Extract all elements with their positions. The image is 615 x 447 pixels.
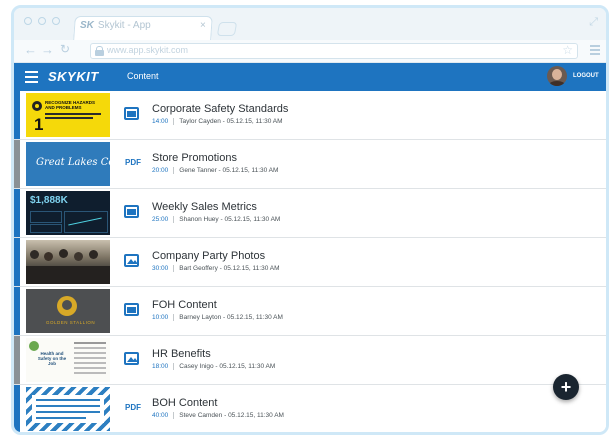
item-author: Barney Layton bbox=[179, 314, 222, 322]
item-date: 05.12.15, 11:30 AM bbox=[228, 412, 284, 420]
content-list: RECOGNIZE HAZARDS AND PROBLEMS 1 Corpora… bbox=[14, 91, 606, 432]
bookmark-star-icon[interactable]: ☆ bbox=[562, 43, 573, 57]
hamburger-menu-icon[interactable] bbox=[25, 71, 38, 83]
pdf-icon: PDF bbox=[125, 403, 141, 412]
item-meta: 30:00 Bart Geoffery - 05.12.15, 11:30 AM bbox=[152, 265, 280, 273]
slide-icon bbox=[124, 205, 140, 219]
tab-close-icon[interactable]: × bbox=[200, 20, 206, 31]
fullscreen-icon[interactable]: ⤢ bbox=[589, 16, 598, 29]
item-date: 05.12.15, 11:30 AM bbox=[219, 363, 276, 371]
item-duration: 20:00 bbox=[152, 167, 169, 175]
list-item[interactable]: Great Lakes Co. PDF Store Promotions 20:… bbox=[14, 140, 606, 189]
item-author: Steve Camden bbox=[179, 412, 223, 420]
item-title: HR Benefits bbox=[152, 348, 211, 360]
item-date: 05.12.15, 11:30 AM bbox=[223, 265, 280, 273]
thumbnail: RECOGNIZE HAZARDS AND PROBLEMS 1 bbox=[26, 93, 110, 137]
url-input[interactable]: www.app.skykit.com ☆ bbox=[90, 43, 578, 59]
row-edge bbox=[14, 238, 20, 286]
item-title: Corporate Safety Standards bbox=[152, 103, 289, 115]
thumbnail bbox=[26, 387, 110, 431]
thumbnail: GOLDEN STALLION bbox=[26, 289, 110, 333]
window-minimize-dot[interactable] bbox=[38, 17, 46, 25]
item-author: Bart Geoffery bbox=[179, 265, 218, 273]
item-title: Weekly Sales Metrics bbox=[152, 201, 257, 213]
list-item[interactable]: RECOGNIZE HAZARDS AND PROBLEMS 1 Corpora… bbox=[14, 91, 606, 140]
item-meta: 10:00 Barney Layton - 05.12.15, 11:30 AM bbox=[152, 314, 283, 322]
row-edge bbox=[14, 140, 20, 188]
browser-tab-label: SK Skykit - App bbox=[80, 20, 151, 31]
thumbnail: Health and Safety on the Job bbox=[26, 338, 110, 382]
item-duration: 14:00 bbox=[152, 118, 169, 126]
row-edge bbox=[14, 336, 20, 384]
item-author: Shanon Huey bbox=[179, 216, 219, 224]
item-date: 05.12.15, 11:30 AM bbox=[224, 216, 281, 224]
item-duration: 30:00 bbox=[152, 265, 169, 273]
item-date: 05.12.15, 11:30 AM bbox=[222, 167, 279, 175]
item-date: 05.12.15, 11:30 AM bbox=[226, 118, 283, 126]
slide-icon bbox=[124, 303, 140, 317]
url-text: www.app.skykit.com bbox=[107, 45, 189, 55]
window-close-dot[interactable] bbox=[24, 17, 32, 25]
list-item[interactable]: GOLDEN STALLION FOH Content 10:00 Barney … bbox=[14, 287, 606, 336]
window-maximize-dot[interactable] bbox=[52, 17, 60, 25]
item-title: BOH Content bbox=[152, 397, 218, 409]
list-item[interactable]: Company Party Photos 30:00 Bart Geoffery … bbox=[14, 238, 606, 287]
item-date: 05.12.15, 11:30 AM bbox=[226, 314, 283, 322]
item-meta: 18:00 Casey Inigo - 05.12.15, 11:30 AM bbox=[152, 363, 276, 371]
logout-button[interactable]: LOGOUT bbox=[573, 73, 599, 79]
item-author: Gene Tanner bbox=[179, 167, 217, 175]
thumbnail: Great Lakes Co. bbox=[26, 142, 110, 186]
lock-icon bbox=[95, 46, 104, 56]
pdf-icon: PDF bbox=[125, 158, 141, 167]
list-item[interactable]: PDF BOH Content 40:00 Steve Camden - 05.1… bbox=[14, 385, 606, 432]
thumbnail-heading: RECOGNIZE HAZARDS AND PROBLEMS bbox=[45, 100, 96, 110]
back-arrow-icon[interactable]: ← bbox=[24, 42, 37, 57]
item-title: Store Promotions bbox=[152, 152, 237, 164]
address-bar: ← → ↻ www.app.skykit.com ☆ bbox=[14, 40, 606, 63]
image-icon bbox=[124, 352, 140, 366]
list-item[interactable]: $1,888K Weekly Sales Metrics 25:00 Shanon… bbox=[14, 189, 606, 238]
item-title: Company Party Photos bbox=[152, 250, 266, 262]
item-meta: 25:00 Shanon Huey - 05.12.15, 11:30 AM bbox=[152, 216, 281, 224]
thumbnail-photo bbox=[26, 240, 110, 284]
item-author: Casey Inigo bbox=[179, 363, 214, 371]
row-edge bbox=[14, 385, 20, 432]
app-header: SKYKIT Content LOGOUT bbox=[14, 63, 606, 91]
thumbnail-heading: Health and Safety on the Job bbox=[37, 351, 67, 366]
skykit-logo: SKYKIT bbox=[48, 69, 99, 84]
browser-window: SK Skykit - App × ⤢ ← → ↻ www.app.skykit.… bbox=[11, 5, 609, 435]
item-author: Taylor Cayden bbox=[179, 118, 221, 126]
thumbnail-number: 1 bbox=[34, 115, 44, 134]
item-duration: 25:00 bbox=[152, 216, 169, 224]
tab-logo: SK bbox=[80, 20, 94, 31]
list-item[interactable]: Health and Safety on the Job HR Benefits… bbox=[14, 336, 606, 385]
item-duration: 18:00 bbox=[152, 363, 169, 371]
item-meta: 20:00 Gene Tanner - 05.12.15, 11:30 AM bbox=[152, 167, 279, 175]
thumbnail-heading: $1,888K bbox=[30, 195, 68, 206]
item-meta: 40:00 Steve Camden - 05.12.15, 11:30 AM bbox=[152, 412, 284, 420]
user-avatar[interactable] bbox=[547, 66, 567, 86]
item-meta: 14:00 Taylor Cayden - 05.12.15, 11:30 AM bbox=[152, 118, 283, 126]
page-title: Content bbox=[127, 71, 159, 81]
add-content-button[interactable]: + bbox=[553, 374, 579, 400]
new-tab-button[interactable] bbox=[216, 22, 238, 36]
row-edge bbox=[14, 189, 20, 237]
image-icon bbox=[124, 254, 140, 268]
thumbnail-heading: Great Lakes Co. bbox=[36, 157, 110, 168]
slide-icon bbox=[124, 107, 140, 121]
row-edge bbox=[14, 91, 20, 139]
browser-menu-icon[interactable] bbox=[590, 45, 600, 55]
row-edge bbox=[14, 287, 20, 335]
item-duration: 10:00 bbox=[152, 314, 169, 322]
forward-arrow-icon[interactable]: → bbox=[41, 42, 54, 57]
thumbnail-heading: GOLDEN STALLION bbox=[46, 320, 96, 325]
browser-tabbar: SK Skykit - App × ⤢ bbox=[14, 8, 606, 40]
item-duration: 40:00 bbox=[152, 412, 169, 420]
thumbnail: $1,888K bbox=[26, 191, 110, 235]
reload-icon[interactable]: ↻ bbox=[60, 42, 70, 56]
item-title: FOH Content bbox=[152, 299, 217, 311]
tab-title: Skykit - App bbox=[97, 20, 151, 31]
